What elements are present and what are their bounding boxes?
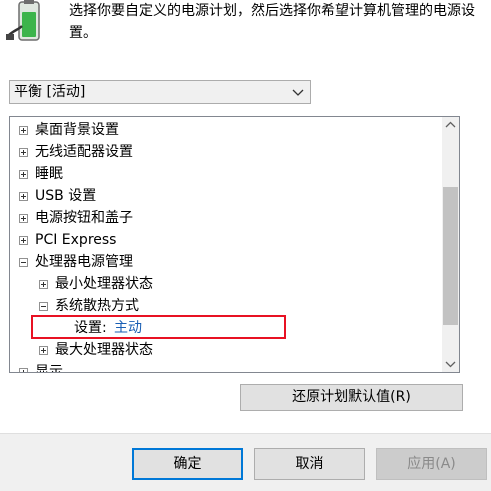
expand-icon[interactable]: [19, 148, 28, 157]
power-plan-value: 平衡 [活动]: [14, 84, 86, 100]
expand-icon[interactable]: [39, 280, 48, 289]
cancel-button[interactable]: 取消: [254, 448, 365, 480]
dialog-footer: 确定 取消 应用(A): [0, 433, 491, 491]
battery-power-plug-icon: [6, 0, 40, 41]
highlight-annotation: [31, 315, 286, 339]
expand-icon[interactable]: [19, 170, 28, 179]
expand-icon[interactable]: [19, 214, 28, 223]
ok-button[interactable]: 确定: [132, 448, 243, 480]
expand-icon[interactable]: [39, 346, 48, 355]
expand-icon[interactable]: [19, 192, 28, 201]
scroll-down-arrow-icon[interactable]: [442, 355, 459, 372]
expand-icon[interactable]: [19, 236, 28, 245]
expand-icon[interactable]: [19, 368, 28, 372]
header: 选择你要自定义的电源计划，然后选择你希望计算机管理的电源设置。: [0, 0, 491, 60]
restore-defaults-button[interactable]: 还原计划默认值(R): [240, 384, 463, 411]
instructions-text: 选择你要自定义的电源计划，然后选择你希望计算机管理的电源设置。: [69, 3, 475, 41]
tree-scrollbar[interactable]: [442, 117, 459, 372]
power-plan-select[interactable]: 平衡 [活动]: [9, 80, 311, 104]
chevron-down-icon: [292, 89, 304, 96]
scroll-up-arrow-icon[interactable]: [442, 117, 459, 134]
expand-icon[interactable]: [19, 126, 28, 135]
collapse-icon[interactable]: [39, 302, 48, 311]
collapse-icon[interactable]: [19, 258, 28, 267]
scroll-thumb[interactable]: [443, 187, 458, 325]
apply-button[interactable]: 应用(A): [376, 448, 487, 480]
